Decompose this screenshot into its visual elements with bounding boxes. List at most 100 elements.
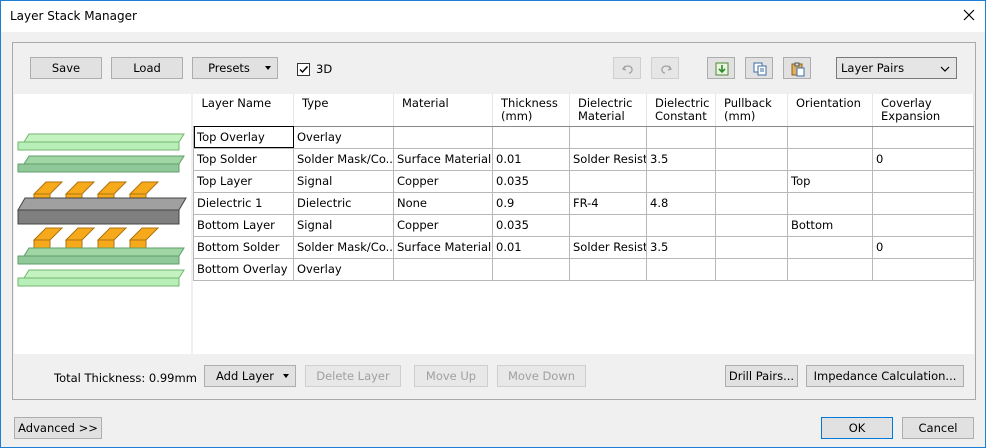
table-row[interactable]: Top Overlay Overlay bbox=[193, 125, 974, 149]
drill-pairs-button[interactable]: Drill Pairs... bbox=[725, 365, 798, 387]
table-cell[interactable]: Top Solder bbox=[193, 147, 294, 171]
table-cell[interactable] bbox=[787, 235, 873, 259]
table-cell[interactable]: 0 bbox=[872, 147, 974, 171]
table-cell[interactable] bbox=[715, 257, 788, 281]
save-button[interactable]: Save bbox=[30, 57, 102, 79]
table-cell[interactable]: 0.9 bbox=[492, 191, 570, 215]
view-mode-select[interactable]: Layer Pairs bbox=[836, 57, 957, 79]
column-header[interactable]: Orientation bbox=[787, 94, 873, 127]
table-cell[interactable]: 4.8 bbox=[646, 191, 716, 215]
column-header[interactable]: Coverlay Expansion bbox=[872, 94, 974, 127]
table-cell[interactable]: FR-4 bbox=[569, 191, 647, 215]
table-cell[interactable]: Copper bbox=[393, 169, 493, 193]
presets-button[interactable]: Presets bbox=[192, 57, 278, 79]
3d-checkbox[interactable] bbox=[297, 63, 310, 76]
add-layer-button[interactable]: Add Layer bbox=[204, 365, 296, 387]
table-cell[interactable]: Solder Mask/Co... bbox=[293, 235, 394, 259]
table-row[interactable]: Bottom Solder Solder Mask/Co... Surface Ma… bbox=[193, 235, 974, 259]
table-cell[interactable]: Bottom Layer bbox=[193, 213, 294, 237]
layer-grid[interactable]: Layer Name Type Material Thickness (mm) … bbox=[193, 94, 974, 354]
table-cell[interactable] bbox=[872, 169, 974, 193]
table-cell[interactable] bbox=[715, 125, 788, 149]
table-cell[interactable]: Signal bbox=[293, 213, 394, 237]
table-cell[interactable]: Overlay bbox=[293, 257, 394, 281]
table-cell[interactable] bbox=[872, 213, 974, 237]
table-cell[interactable]: Bottom Solder bbox=[193, 235, 294, 259]
advanced-button[interactable]: Advanced >> bbox=[14, 417, 102, 439]
table-cell[interactable] bbox=[492, 125, 570, 149]
table-row[interactable]: Dielectric 1 Dielectric None 0.9 FR-4 4.8 bbox=[193, 191, 974, 215]
table-cell[interactable] bbox=[787, 147, 873, 171]
table-cell[interactable]: 3.5 bbox=[646, 147, 716, 171]
table-row[interactable]: Top Layer Signal Copper 0.035 Top bbox=[193, 169, 974, 193]
column-header[interactable]: Material bbox=[393, 94, 493, 127]
table-cell[interactable] bbox=[492, 257, 570, 281]
table-cell[interactable] bbox=[787, 125, 873, 149]
table-row[interactable]: Bottom Layer Signal Copper 0.035 Bottom bbox=[193, 213, 974, 237]
table-cell[interactable] bbox=[872, 257, 974, 281]
table-cell[interactable]: Surface Material bbox=[393, 147, 493, 171]
column-header[interactable]: Thickness (mm) bbox=[492, 94, 570, 127]
table-cell[interactable] bbox=[569, 125, 647, 149]
table-cell[interactable]: Solder Mask/Co... bbox=[293, 147, 394, 171]
table-cell[interactable]: Surface Material bbox=[393, 235, 493, 259]
table-cell[interactable] bbox=[715, 191, 788, 215]
column-header[interactable]: Dielectric Constant bbox=[646, 94, 716, 127]
column-header[interactable]: Pullback (mm) bbox=[715, 94, 788, 127]
table-cell[interactable]: 0.01 bbox=[492, 147, 570, 171]
table-cell[interactable] bbox=[787, 257, 873, 281]
table-cell[interactable] bbox=[715, 235, 788, 259]
table-cell[interactable]: Solder Resist bbox=[569, 235, 647, 259]
table-cell[interactable] bbox=[715, 147, 788, 171]
table-cell[interactable] bbox=[715, 213, 788, 237]
table-cell[interactable] bbox=[715, 169, 788, 193]
close-icon[interactable] bbox=[961, 7, 977, 23]
table-cell[interactable]: 0.01 bbox=[492, 235, 570, 259]
table-cell[interactable] bbox=[393, 257, 493, 281]
paste-button[interactable] bbox=[783, 57, 811, 79]
table-cell[interactable]: Dielectric 1 bbox=[193, 191, 294, 215]
table-cell[interactable]: 0.035 bbox=[492, 169, 570, 193]
table-cell[interactable]: 0 bbox=[872, 235, 974, 259]
column-header[interactable]: Type bbox=[293, 94, 394, 127]
table-cell[interactable] bbox=[569, 213, 647, 237]
import-button[interactable] bbox=[707, 57, 735, 79]
table-cell[interactable] bbox=[646, 169, 716, 193]
move-up-button[interactable]: Move Up bbox=[414, 365, 488, 387]
table-cell[interactable] bbox=[872, 191, 974, 215]
table-cell[interactable]: 0.035 bbox=[492, 213, 570, 237]
table-cell[interactable] bbox=[646, 125, 716, 149]
undo-button[interactable] bbox=[613, 57, 641, 79]
table-row[interactable]: Top Solder Solder Mask/Co... Surface Mater… bbox=[193, 147, 974, 171]
table-cell[interactable]: Top bbox=[787, 169, 873, 193]
table-cell[interactable]: Bottom Overlay bbox=[193, 257, 294, 281]
cancel-button[interactable]: Cancel bbox=[902, 417, 974, 439]
table-cell[interactable] bbox=[646, 213, 716, 237]
table-cell[interactable] bbox=[569, 257, 647, 281]
table-cell[interactable] bbox=[872, 125, 974, 149]
redo-button[interactable] bbox=[651, 57, 679, 79]
table-cell[interactable]: None bbox=[393, 191, 493, 215]
table-cell[interactable]: Copper bbox=[393, 213, 493, 237]
load-button[interactable]: Load bbox=[111, 57, 183, 79]
table-cell[interactable]: Bottom bbox=[787, 213, 873, 237]
table-cell[interactable]: Top Overlay bbox=[193, 125, 294, 149]
move-down-button[interactable]: Move Down bbox=[497, 365, 586, 387]
table-cell[interactable] bbox=[787, 191, 873, 215]
table-cell[interactable]: 3.5 bbox=[646, 235, 716, 259]
table-row[interactable]: Bottom Overlay Overlay bbox=[193, 257, 974, 281]
delete-layer-button[interactable]: Delete Layer bbox=[305, 365, 401, 387]
table-cell[interactable]: Solder Resist bbox=[569, 147, 647, 171]
table-cell[interactable]: Overlay bbox=[293, 125, 394, 149]
table-cell[interactable] bbox=[569, 169, 647, 193]
table-cell[interactable] bbox=[393, 125, 493, 149]
table-cell[interactable]: Signal bbox=[293, 169, 394, 193]
copy-button[interactable] bbox=[745, 57, 773, 79]
impedance-calculation-button[interactable]: Impedance Calculation... bbox=[806, 365, 964, 387]
column-header[interactable]: Layer Name bbox=[193, 94, 294, 127]
table-cell[interactable]: Dielectric bbox=[293, 191, 394, 215]
table-cell[interactable] bbox=[646, 257, 716, 281]
ok-button[interactable]: OK bbox=[821, 417, 893, 439]
table-cell[interactable]: Top Layer bbox=[193, 169, 294, 193]
column-header[interactable]: Dielectric Material bbox=[569, 94, 647, 127]
